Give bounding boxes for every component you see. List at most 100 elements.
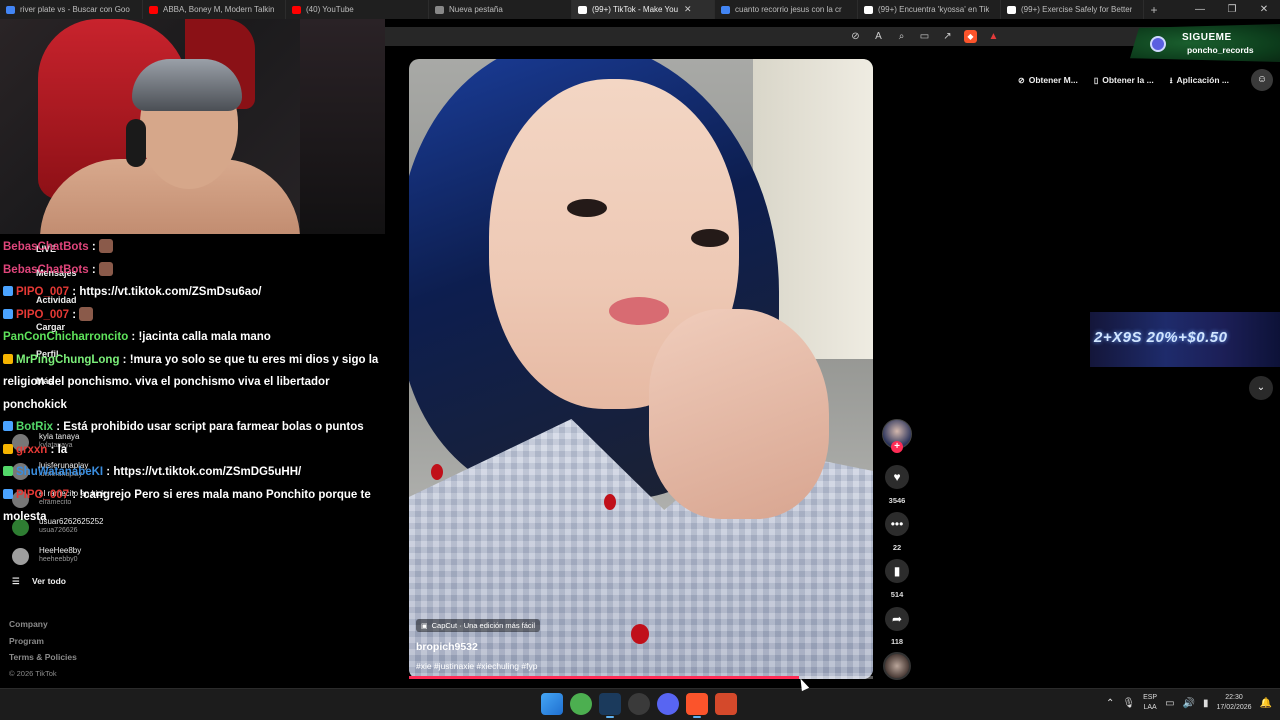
chat-username[interactable]: MrPingChungLong bbox=[16, 354, 119, 366]
footer-link-terms[interactable]: Terms & Policies bbox=[9, 649, 77, 666]
chat-username[interactable]: PIPO_007 bbox=[16, 489, 69, 501]
clock[interactable]: 22:30 17/02/2026 bbox=[1217, 693, 1252, 713]
tab-favicon-icon bbox=[292, 5, 301, 14]
footer-link-program[interactable]: Program bbox=[9, 633, 77, 650]
browser-tab-strip: river plate vs - Buscar con Goo ABBA, Bon… bbox=[0, 0, 1280, 19]
new-tab-button[interactable]: + bbox=[1144, 3, 1164, 17]
comment-icon[interactable]: ••• bbox=[885, 512, 909, 536]
maximize-button[interactable]: ❐ bbox=[1216, 0, 1248, 19]
windows-start-icon[interactable] bbox=[541, 693, 563, 715]
close-window-button[interactable]: ✕ bbox=[1248, 0, 1280, 19]
chat-separator: : bbox=[69, 308, 77, 321]
language-indicator[interactable]: ESP LAA bbox=[1143, 693, 1157, 713]
chat-username[interactable]: ShuWatanabeKI bbox=[16, 466, 103, 478]
video-subject-lips bbox=[609, 297, 669, 325]
footer-link-company[interactable]: Company bbox=[9, 616, 77, 633]
brave-icon[interactable] bbox=[686, 693, 708, 718]
network-icon[interactable]: ▭ bbox=[1165, 698, 1174, 709]
share-arrow-icon[interactable]: ➦ bbox=[885, 607, 909, 631]
screen: river plate vs - Buscar con Goo ABBA, Bon… bbox=[0, 0, 1280, 720]
share-icon[interactable]: ↗ bbox=[941, 30, 954, 43]
zoom-icon[interactable]: ⌕ bbox=[895, 30, 908, 43]
chat-text: Está prohibido usar script para farmear … bbox=[63, 421, 364, 433]
like-heart-icon[interactable]: ♥ bbox=[885, 465, 909, 489]
chat-username[interactable]: PIPO_007 bbox=[16, 309, 69, 321]
chat-text: https://vt.tiktok.com/ZSmDsu6ao/ bbox=[79, 286, 262, 298]
chat-badge-icon bbox=[3, 443, 13, 454]
chat-separator: : bbox=[69, 286, 80, 298]
chat-message: PIPO_007 : bbox=[0, 304, 385, 327]
chat-username[interactable]: PIPO_007 bbox=[16, 286, 69, 298]
chevron-up-icon[interactable]: ⌃ bbox=[1106, 698, 1114, 709]
language-code: ESP bbox=[1143, 694, 1158, 701]
see-all-button[interactable]: ☰ Ver todo bbox=[12, 576, 66, 587]
discord-icon[interactable] bbox=[657, 693, 679, 715]
headset-icon bbox=[126, 119, 146, 167]
like-count: 3546 bbox=[888, 496, 906, 505]
minimize-button[interactable]: — bbox=[1184, 0, 1216, 19]
follow-username: poncho_records bbox=[1187, 45, 1254, 55]
browser-tab[interactable]: river plate vs - Buscar con Goo bbox=[0, 0, 143, 19]
cast-icon[interactable]: ▭ bbox=[918, 30, 931, 43]
bookmark-icon[interactable]: ▮ bbox=[885, 559, 909, 583]
translate-icon[interactable]: A bbox=[872, 30, 885, 43]
capcut-label[interactable]: CapCut · Una edición más fácil bbox=[416, 619, 541, 632]
browser-tab[interactable]: ABBA, Boney M, Modern Talkin bbox=[143, 0, 286, 19]
tab-label: (40) YouTube bbox=[306, 5, 354, 14]
chat-username[interactable]: BebasChatBots bbox=[3, 241, 89, 253]
notification-bell-icon[interactable]: 🔔 bbox=[1260, 698, 1272, 709]
chat-emote-icon bbox=[98, 239, 113, 253]
tab-favicon-icon bbox=[864, 5, 873, 14]
share-count: 118 bbox=[890, 637, 904, 646]
browser-tab[interactable]: (99+) Encuentra 'kyossa' en Tik bbox=[858, 0, 1001, 19]
app-4-icon[interactable] bbox=[715, 693, 737, 715]
music-disc-icon[interactable] bbox=[883, 652, 911, 680]
profile-avatar-icon[interactable]: ☺ bbox=[1250, 69, 1273, 91]
video-hashtags[interactable]: #xie #justinaxie #xiechuling #fyp bbox=[416, 661, 856, 671]
chat-message: BebasChatBots : bbox=[0, 259, 385, 282]
desktop-app-button[interactable]: ⭳ Aplicación ... bbox=[1164, 71, 1235, 90]
browser-tab[interactable]: (40) YouTube bbox=[286, 0, 429, 19]
steam-icon[interactable] bbox=[599, 693, 621, 718]
follow-logo-icon bbox=[1150, 36, 1166, 52]
chat-username[interactable]: BotRix bbox=[16, 421, 53, 433]
chat-username[interactable]: BebasChatBots bbox=[3, 264, 89, 276]
tab-close-icon[interactable]: ✕ bbox=[684, 4, 692, 15]
tab-label: Nueva pestaña bbox=[449, 5, 503, 14]
microphone-icon[interactable]: 🎙 bbox=[1122, 698, 1135, 709]
tab-label: (99+) TikTok - Make You bbox=[592, 5, 679, 14]
browser-tab[interactable]: (99+) Exercise Safely for Better bbox=[1001, 0, 1144, 19]
promo-banner[interactable]: 2+X9S 20%+$0.50 bbox=[1090, 312, 1280, 367]
get-app-button[interactable]: ▯ Obtener la ... bbox=[1088, 71, 1160, 90]
following-item[interactable]: HeeHee8by heeheebby0 bbox=[12, 546, 142, 568]
follow-plus-icon[interactable]: + bbox=[891, 441, 903, 453]
settings-icon[interactable] bbox=[628, 693, 650, 715]
video-player[interactable]: CapCut · Una edición más fácil bropich95… bbox=[409, 59, 873, 679]
battery-icon[interactable]: ▮ bbox=[1203, 698, 1209, 709]
chat-username[interactable]: PanConChicharroncito bbox=[3, 331, 128, 343]
get-coins-button[interactable]: ⊘ Obtener M... bbox=[1012, 71, 1084, 90]
browser-tab[interactable]: Nueva pestaña bbox=[429, 0, 572, 19]
chat-text: !jacinta calla mala mano bbox=[138, 331, 271, 343]
chat-text: https://vt.tiktok.com/ZSmDG5uHH/ bbox=[113, 466, 302, 478]
top-right-tools: ⊘ Obtener M... ▯ Obtener la ... ⭳ Aplicació… bbox=[1012, 69, 1273, 91]
desktop-app-label: Aplicación ... bbox=[1176, 74, 1229, 85]
chat-separator: : bbox=[119, 353, 130, 366]
windows-taskbar: ⌃ 🎙 ESP LAA ▭ 🔊 ▮ 22:30 17/02/2026 🔔 bbox=[0, 688, 1280, 720]
video-username[interactable]: bropich9532 bbox=[416, 641, 856, 653]
chat-badge-icon bbox=[3, 466, 13, 476]
mute-icon[interactable]: ⊘ bbox=[849, 30, 862, 43]
brave-shield-icon[interactable]: ◆ bbox=[964, 30, 977, 43]
tab-label: (99+) Encuentra 'kyossa' en Tik bbox=[878, 5, 990, 14]
brave-rewards-icon[interactable]: ▲ bbox=[987, 30, 1000, 43]
volume-icon[interactable]: 🔊 bbox=[1183, 698, 1195, 709]
browser-tab[interactable]: (99+) TikTok - Make You ✕ bbox=[572, 0, 715, 19]
chevron-down-icon[interactable]: ⌄ bbox=[1249, 376, 1273, 400]
tab-label: river plate vs - Buscar con Goo bbox=[20, 5, 130, 14]
chat-username[interactable]: grxxn bbox=[16, 444, 47, 456]
browser-tab[interactable]: cuanto recorrio jesus con la cr bbox=[715, 0, 858, 19]
tab-favicon-icon bbox=[721, 5, 730, 14]
chrome-icon[interactable] bbox=[570, 693, 592, 715]
window-controls: — ❐ ✕ bbox=[1184, 0, 1280, 19]
video-progress-fill bbox=[409, 676, 799, 679]
